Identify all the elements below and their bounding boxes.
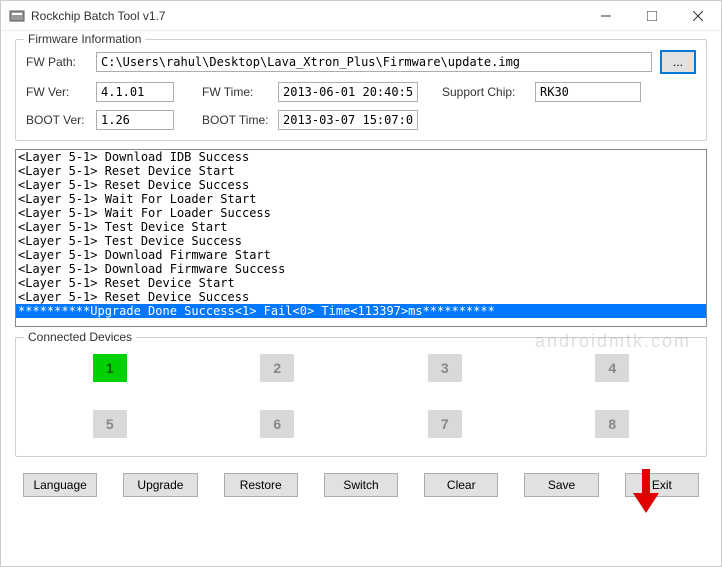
device-slot-5[interactable]: 5 bbox=[93, 410, 127, 438]
log-line[interactable]: **********Upgrade Done Success<1> Fail<0… bbox=[16, 304, 706, 318]
switch-button[interactable]: Switch bbox=[324, 473, 398, 497]
log-line[interactable]: <Layer 5-1> Test Device Start bbox=[16, 220, 706, 234]
log-line[interactable]: <Layer 5-1> Reset Device Start bbox=[16, 276, 706, 290]
boot-time-input[interactable] bbox=[278, 110, 418, 130]
maximize-button[interactable] bbox=[629, 1, 675, 31]
log-line[interactable]: <Layer 5-1> Download Firmware Start bbox=[16, 248, 706, 262]
language-button[interactable]: Language bbox=[23, 473, 97, 497]
device-grid: 1 2 3 4 5 6 7 8 bbox=[26, 350, 696, 442]
window-title: Rockchip Batch Tool v1.7 bbox=[31, 9, 583, 23]
button-row: Language Upgrade Restore Switch Clear Sa… bbox=[15, 465, 707, 505]
exit-button[interactable]: Exit bbox=[625, 473, 699, 497]
log-output[interactable]: <Layer 5-1> Download IDB Success<Layer 5… bbox=[15, 149, 707, 327]
minimize-button[interactable] bbox=[583, 1, 629, 31]
device-slot-1[interactable]: 1 bbox=[93, 354, 127, 382]
support-chip-input[interactable] bbox=[535, 82, 641, 102]
log-line[interactable]: <Layer 5-1> Download Firmware Success bbox=[16, 262, 706, 276]
app-icon bbox=[9, 8, 25, 24]
titlebar: Rockchip Batch Tool v1.7 bbox=[1, 1, 721, 31]
fw-ver-input[interactable] bbox=[96, 82, 174, 102]
boot-ver-label: BOOT Ver: bbox=[26, 113, 88, 127]
fw-time-label: FW Time: bbox=[202, 85, 270, 99]
restore-button[interactable]: Restore bbox=[224, 473, 298, 497]
connected-devices-group: Connected Devices 12345678 bbox=[15, 337, 707, 457]
support-chip-label: Support Chip: bbox=[442, 85, 527, 99]
clear-button[interactable]: Clear bbox=[424, 473, 498, 497]
log-line[interactable]: <Layer 5-1> Reset Device Success bbox=[16, 178, 706, 192]
upgrade-button[interactable]: Upgrade bbox=[123, 473, 197, 497]
fw-path-input[interactable] bbox=[96, 52, 652, 72]
log-line[interactable]: <Layer 5-1> Reset Device Start bbox=[16, 164, 706, 178]
boot-time-label: BOOT Time: bbox=[202, 113, 270, 127]
window-controls bbox=[583, 1, 721, 31]
fw-ver-label: FW Ver: bbox=[26, 85, 88, 99]
close-button[interactable] bbox=[675, 1, 721, 31]
log-line[interactable]: <Layer 5-1> Wait For Loader Success bbox=[16, 206, 706, 220]
device-slot-3[interactable]: 3 bbox=[428, 354, 462, 382]
firmware-info-group: Firmware Information FW Path: ... FW Ver… bbox=[15, 39, 707, 141]
devices-group-title: Connected Devices bbox=[24, 330, 136, 344]
log-line[interactable]: <Layer 5-1> Test Device Success bbox=[16, 234, 706, 248]
log-line[interactable]: <Layer 5-1> Wait For Loader Start bbox=[16, 192, 706, 206]
device-slot-6[interactable]: 6 bbox=[260, 410, 294, 438]
device-slot-8[interactable]: 8 bbox=[595, 410, 629, 438]
log-line[interactable]: <Layer 5-1> Reset Device Success bbox=[16, 290, 706, 304]
save-button[interactable]: Save bbox=[524, 473, 598, 497]
firmware-group-title: Firmware Information bbox=[24, 32, 145, 46]
device-slot-4[interactable]: 4 bbox=[595, 354, 629, 382]
boot-ver-input[interactable] bbox=[96, 110, 174, 130]
browse-button[interactable]: ... bbox=[660, 50, 696, 74]
fw-path-label: FW Path: bbox=[26, 55, 88, 69]
device-slot-7[interactable]: 7 bbox=[428, 410, 462, 438]
device-slot-2[interactable]: 2 bbox=[260, 354, 294, 382]
log-line[interactable]: <Layer 5-1> Download IDB Success bbox=[16, 150, 706, 164]
fw-time-input[interactable] bbox=[278, 82, 418, 102]
